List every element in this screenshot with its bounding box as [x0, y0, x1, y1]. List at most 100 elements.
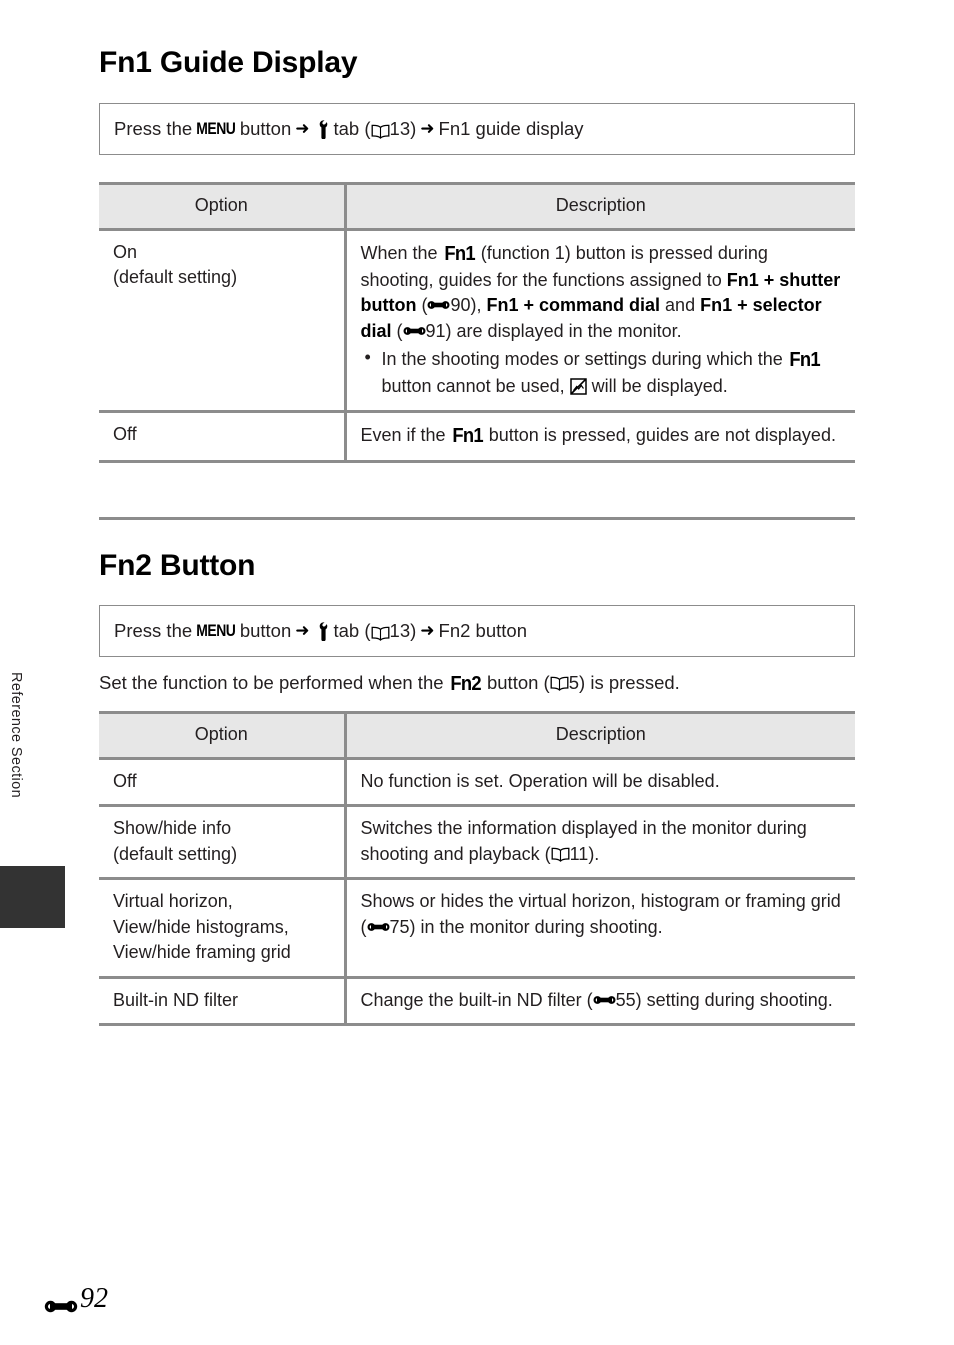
- running-head: Reference Section: [8, 672, 24, 799]
- fn1-button-glyph: Fn1: [789, 348, 820, 371]
- dumbbell-icon: [44, 1291, 78, 1312]
- option-sublabel: View/hide histograms,: [113, 916, 289, 937]
- lead-page-ref: 5: [568, 672, 580, 693]
- page-title-fn2: Fn2 Button: [99, 549, 256, 582]
- wrench-icon: [316, 119, 331, 139]
- desc-ref: 75: [389, 916, 410, 937]
- page-title-fn1: Fn1 Guide Display: [99, 46, 358, 79]
- table-row: Built-in ND filter Change the built-in N…: [99, 975, 855, 1027]
- description-bullet-list: In the shooting modes or settings during…: [361, 345, 844, 400]
- menu-path-tab-label: tab (: [333, 118, 371, 139]
- column-header-option: Option: [99, 711, 347, 760]
- list-item: In the shooting modes or settings during…: [361, 345, 844, 400]
- option-sublabel: (default setting): [113, 267, 238, 288]
- desc-ref-2: 91: [425, 321, 446, 342]
- arrow-right-icon-2: ➜: [420, 621, 435, 640]
- column-header-description: Description: [345, 711, 855, 760]
- desc-ref: 55: [615, 989, 636, 1010]
- option-label: Virtual horizon,: [113, 891, 233, 912]
- option-label: On: [113, 241, 138, 262]
- description-cell-showhide: Switches the information displayed in th…: [345, 804, 855, 881]
- option-sublabel-2: View/hide framing grid: [113, 942, 291, 963]
- desc-text-2: ) setting during shooting.: [635, 989, 833, 1010]
- menu-path-mid: button: [239, 620, 292, 641]
- option-cell-showhide: Show/hide info (default setting): [99, 804, 347, 881]
- description-cell-off: Even if the Fn1 button is pressed, guide…: [345, 409, 855, 463]
- arrow-right-icon-2: ➜: [420, 119, 435, 138]
- menu-button-glyph: MENU: [196, 621, 236, 640]
- desc-ref-1: 90: [450, 295, 471, 316]
- thumb-tab-marker: [0, 866, 65, 928]
- menu-path-fn2: Press the MENU button ➜ tab (13) ➜ Fn2 bu…: [99, 605, 855, 657]
- desc-text-1: Even if the: [360, 424, 451, 445]
- book-icon: [550, 674, 569, 691]
- option-cell-off: Off: [99, 409, 347, 463]
- dumbbell-icon: [367, 915, 390, 931]
- table-row: Show/hide info (default setting) Switche…: [99, 804, 855, 881]
- menu-path-prefix: Press the: [114, 118, 193, 139]
- desc-text-2: ).: [588, 843, 600, 864]
- fn1-button-glyph: Fn1: [443, 242, 475, 265]
- desc-text-5: and: [660, 295, 701, 316]
- fn2-lead-text: Set the function to be performed when th…: [99, 672, 855, 696]
- column-header-option: Option: [99, 182, 347, 231]
- desc-text-6: (: [391, 321, 403, 342]
- dumbbell-icon: [403, 319, 426, 335]
- menu-path-destination: Fn1 guide display: [438, 118, 584, 139]
- folio: 92: [44, 1283, 108, 1315]
- bullet-text-1: In the shooting modes or settings during…: [381, 348, 788, 369]
- fn2-button-glyph: Fn2: [449, 673, 481, 695]
- book-icon: [371, 122, 390, 139]
- description-cell-nd-filter: Change the built-in ND filter ( 55) setti…: [345, 975, 855, 1027]
- desc-text-1: When the: [360, 242, 443, 263]
- menu-path-mid: button: [239, 118, 292, 139]
- desc-ref: 11: [569, 843, 589, 864]
- description-paragraph: When the Fn1 (function 1) button is pres…: [361, 240, 844, 345]
- menu-path-prefix: Press the: [114, 620, 193, 641]
- option-cell-virtual-horizon: Virtual horizon, View/hide histograms, V…: [99, 877, 347, 979]
- arrow-right-icon: ➜: [295, 119, 310, 138]
- lead-text-1: Set the function to be performed when th…: [99, 672, 449, 693]
- section-divider: [99, 517, 855, 520]
- table-row: Off No function is set. Operation will b…: [99, 756, 855, 808]
- description-cell-on: When the Fn1 (function 1) button is pres…: [345, 227, 855, 413]
- menu-path-page-ref: 13: [389, 118, 411, 139]
- table-row: Off Even if the Fn1 button is pressed, g…: [99, 409, 855, 463]
- lead-text-2: button (: [481, 672, 550, 693]
- menu-path-destination: Fn2 button: [438, 620, 527, 641]
- desc-text-4: ),: [470, 295, 487, 316]
- bullet-text-3: will be displayed.: [586, 375, 728, 396]
- menu-path-tab-label: tab (: [333, 620, 371, 641]
- description-cell-off: No function is set. Operation will be di…: [345, 756, 855, 808]
- table-row: Virtual horizon, View/hide histograms, V…: [99, 877, 855, 979]
- fn1-button-glyph: Fn1: [451, 424, 483, 447]
- menu-path-fn1: Press the MENU button ➜ tab (13) ➜ Fn1 gu…: [99, 103, 855, 155]
- book-icon: [371, 624, 390, 641]
- book-icon: [551, 844, 570, 862]
- bullet-text-2: button cannot be used,: [381, 375, 570, 396]
- menu-path-page-ref: 13: [389, 620, 411, 641]
- option-label: Show/hide info: [113, 818, 232, 839]
- option-cell-on: On (default setting): [99, 227, 347, 413]
- fn2-options-table: Option Description Off No function is se…: [99, 711, 855, 1027]
- wrench-icon: [316, 621, 331, 641]
- desc-text-3: (: [416, 295, 428, 316]
- lead-text-3: ) is pressed.: [579, 672, 680, 693]
- option-cell-off: Off: [99, 756, 347, 808]
- option-sublabel: (default setting): [113, 843, 238, 864]
- no-function-icon: [569, 377, 587, 395]
- desc-bold-2: Fn1 + command dial: [486, 295, 661, 316]
- folio-number: 92: [80, 1283, 108, 1314]
- column-header-description: Description: [345, 182, 855, 231]
- fn1-options-table: Option Description On (default setting) …: [99, 182, 855, 463]
- table-header-row: Option Description: [99, 182, 855, 231]
- desc-text-7: ) are displayed in the monitor.: [445, 321, 682, 342]
- desc-text-2: button is pressed, guides are not displa…: [483, 424, 836, 445]
- table-row: On (default setting) When the Fn1 (funct…: [99, 227, 855, 413]
- desc-text-1: Change the built-in ND filter (: [360, 989, 593, 1010]
- side-rail: Reference Section: [0, 0, 95, 1345]
- description-cell-virtual-horizon: Shows or hides the virtual horizon, hist…: [345, 877, 855, 979]
- menu-button-glyph: MENU: [196, 119, 236, 138]
- option-cell-nd-filter: Built-in ND filter: [99, 975, 347, 1027]
- arrow-right-icon: ➜: [295, 621, 310, 640]
